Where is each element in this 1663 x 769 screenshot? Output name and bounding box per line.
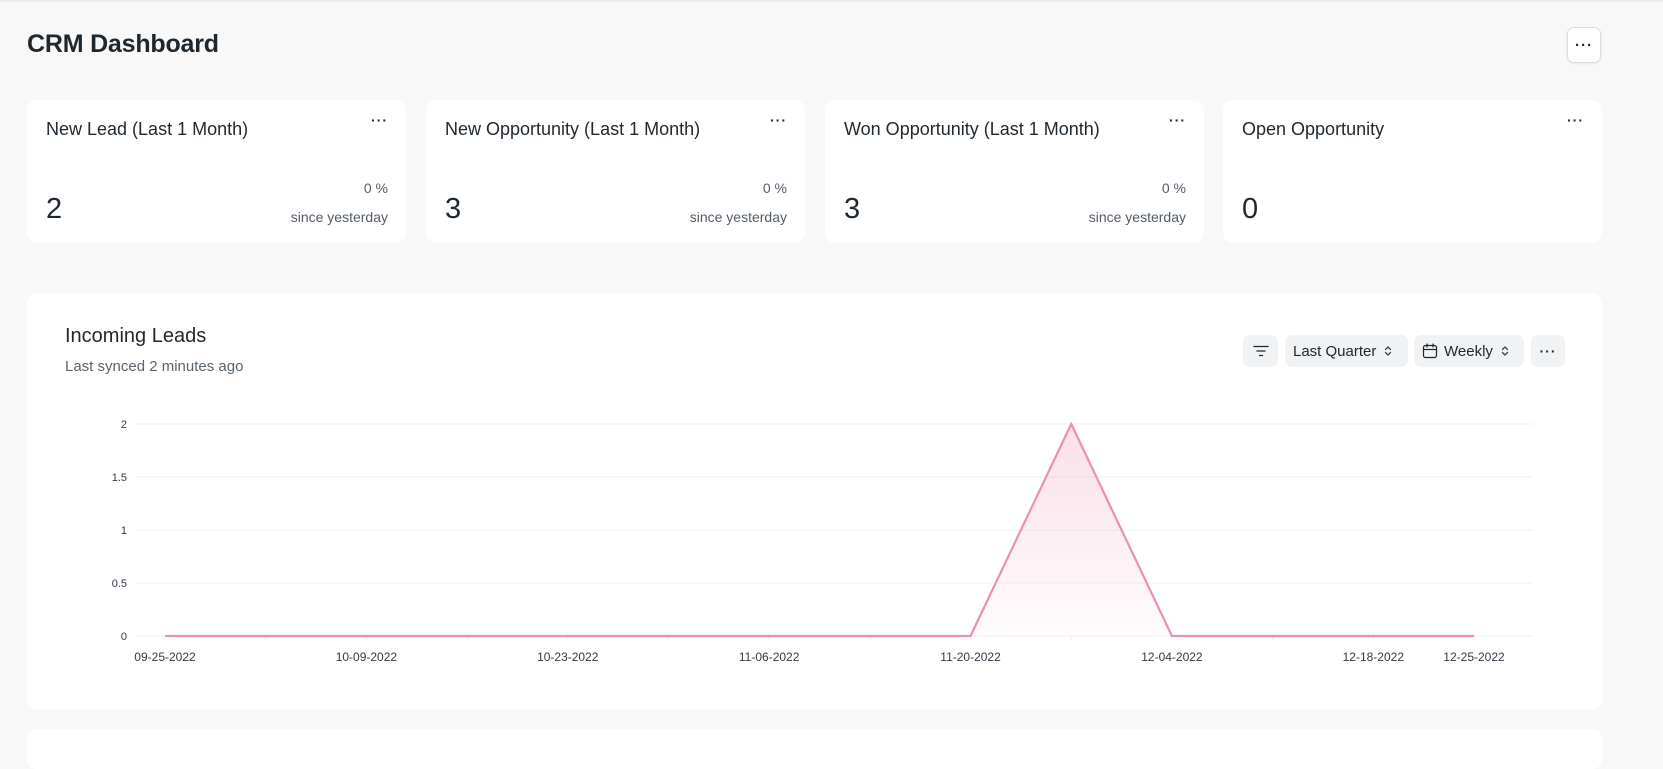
chevron-updown-icon	[1384, 345, 1392, 357]
dashboard-menu-button[interactable]: ···	[1567, 27, 1601, 63]
number-card-new-opportunity: New Opportunity (Last 1 Month) ··· 3 0 %…	[426, 100, 805, 243]
interval-value: Weekly	[1444, 343, 1493, 360]
y-tick-label: 2	[121, 419, 127, 431]
chart-title: Incoming Leads	[65, 325, 206, 348]
y-tick-label: 1	[121, 525, 127, 537]
page-title: CRM Dashboard	[27, 30, 219, 59]
number-card-won-opportunity: Won Opportunity (Last 1 Month) ··· 3 0 %…	[825, 100, 1204, 243]
number-card-new-lead: New Lead (Last 1 Month) ··· 2 0 % since …	[27, 100, 406, 243]
y-tick-label: 1.5	[112, 472, 127, 484]
number-card-open-opportunity: Open Opportunity ··· 0	[1223, 100, 1602, 243]
x-tick-label: 10-23-2022	[537, 650, 599, 664]
card-value: 2	[46, 193, 62, 226]
card-title: Open Opportunity	[1242, 119, 1384, 140]
x-tick-label: 11-20-2022	[940, 650, 1001, 664]
card-since: since yesterday	[690, 209, 787, 225]
x-tick-label: 11-06-2022	[739, 650, 800, 664]
card-since: since yesterday	[1089, 209, 1186, 225]
card-menu-button[interactable]: ···	[1169, 112, 1186, 128]
card-menu-button[interactable]: ···	[371, 112, 388, 128]
card-menu-button[interactable]: ···	[1567, 112, 1584, 128]
chart-more-button[interactable]: ···	[1531, 335, 1565, 367]
calendar-icon	[1422, 343, 1438, 359]
card-title: New Lead (Last 1 Month)	[46, 119, 248, 140]
card-menu-button[interactable]: ···	[770, 112, 787, 128]
card-change: 0 %	[1162, 180, 1186, 196]
x-tick-label: 12-25-2022	[1443, 650, 1505, 664]
card-since: since yesterday	[291, 209, 388, 225]
incoming-leads-chart-card: 0 0.5 1 1.5 2 09-25-2022 10-09-2022 10-23-2022 1…	[27, 293, 1602, 709]
card-value: 3	[445, 193, 461, 226]
x-tick-label: 10-09-2022	[336, 650, 398, 664]
card-value: 0	[1242, 193, 1258, 226]
card-title: Won Opportunity (Last 1 Month)	[844, 119, 1100, 140]
top-border	[0, 0, 1663, 2]
x-tick-label: 12-04-2022	[1141, 650, 1203, 664]
card-change: 0 %	[763, 180, 787, 196]
timespan-select[interactable]: Last Quarter	[1285, 335, 1408, 367]
chart-last-synced: Last synced 2 minutes ago	[65, 358, 243, 375]
x-tick-label: 09-25-2022	[134, 650, 196, 664]
chart-filter-button[interactable]	[1243, 335, 1278, 367]
filter-icon	[1253, 345, 1269, 357]
interval-select[interactable]: Weekly	[1414, 335, 1524, 367]
card-change: 0 %	[364, 180, 388, 196]
x-tick-label: 12-18-2022	[1343, 650, 1405, 664]
card-value: 3	[844, 193, 860, 226]
card-title: New Opportunity (Last 1 Month)	[445, 119, 700, 140]
next-chart-card	[27, 729, 1602, 769]
y-tick-label: 0.5	[112, 578, 127, 590]
y-tick-label: 0	[121, 631, 127, 643]
chevron-updown-icon	[1501, 345, 1509, 357]
timespan-value: Last Quarter	[1293, 343, 1376, 360]
